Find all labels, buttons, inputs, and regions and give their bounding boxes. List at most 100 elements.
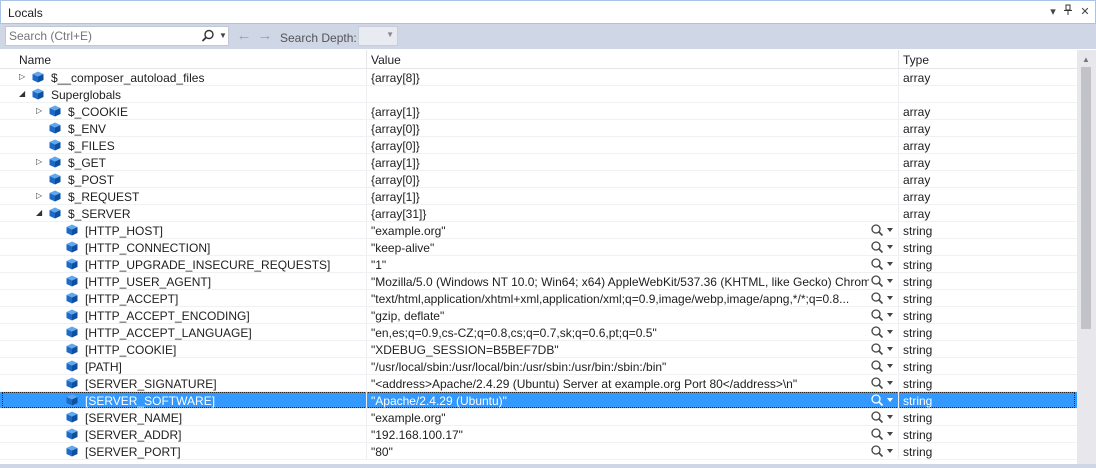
magnifier-icon[interactable]	[870, 427, 896, 441]
table-row[interactable]: [SERVER_ADDR] "192.168.100.17" string	[0, 426, 1077, 443]
arrow-left-icon[interactable]: ←	[236, 28, 252, 44]
search-depth-select[interactable]: ▼	[358, 26, 398, 46]
cube-icon	[66, 360, 78, 372]
table-row[interactable]: [SERVER_SOFTWARE] "Apache/2.4.29 (Ubuntu)…	[0, 392, 1077, 409]
search-box[interactable]: ▼	[5, 26, 229, 46]
table-row[interactable]: [HTTP_USER_AGENT] "Mozilla/5.0 (Windows N…	[0, 273, 1077, 290]
expand-arrow-icon[interactable]: ▷	[36, 106, 45, 116]
row-value[interactable]: {array[0]}	[371, 173, 869, 187]
table-row[interactable]: ▷ $_REQUEST {array[1]} array	[0, 188, 1077, 205]
close-icon[interactable]: ✕	[1078, 4, 1092, 20]
magnifier-icon[interactable]	[870, 308, 896, 322]
column-splitter[interactable]	[898, 50, 899, 68]
pin-icon[interactable]	[1061, 4, 1075, 20]
cube-icon	[66, 394, 78, 406]
locals-grid: ▷ $__composer_autoload_files {array[8]} ar…	[0, 69, 1077, 468]
chevron-down-icon: ▼	[386, 30, 394, 39]
table-row[interactable]: ▷ $_COOKIE {array[1]} array	[0, 103, 1077, 120]
expand-arrow-icon[interactable]: ▷	[36, 191, 45, 201]
table-row[interactable]: [HTTP_HOST] "example.org" string	[0, 222, 1077, 239]
cube-icon	[49, 173, 61, 185]
row-name: [HTTP_HOST]	[85, 224, 164, 238]
row-value[interactable]: {array[1]}	[371, 156, 869, 170]
table-row[interactable]: [HTTP_ACCEPT_ENCODING] "gzip, deflate" st…	[0, 307, 1077, 324]
magnifier-icon[interactable]	[870, 240, 896, 254]
table-row[interactable]: [SERVER_NAME] "example.org" string	[0, 409, 1077, 426]
table-row[interactable]: ◢ Superglobals	[0, 86, 1077, 103]
row-value[interactable]: "<address>Apache/2.4.29 (Ubuntu) Server …	[371, 377, 869, 391]
table-row[interactable]: $_POST {array[0]} array	[0, 171, 1077, 188]
table-row[interactable]: [SERVER_SIGNATURE] "<address>Apache/2.4.2…	[0, 375, 1077, 392]
scrollbar-thumb[interactable]	[1081, 67, 1091, 329]
table-row[interactable]: [HTTP_ACCEPT] "text/html,application/xhtm…	[0, 290, 1077, 307]
search-input[interactable]	[6, 27, 189, 44]
expand-arrow-icon[interactable]: ▷	[19, 72, 28, 82]
row-value[interactable]: "XDEBUG_SESSION=B5BEF7DB"	[371, 343, 869, 357]
row-value[interactable]: "en,es;q=0.9,cs-CZ;q=0.8,cs;q=0.7,sk;q=0…	[371, 326, 869, 340]
row-value[interactable]: {array[0]}	[371, 122, 869, 136]
table-row[interactable]: ▷ $_GET {array[1]} array	[0, 154, 1077, 171]
table-row[interactable]: [PATH] "/usr/local/sbin:/usr/local/bin:/u…	[0, 358, 1077, 375]
cube-icon	[32, 71, 44, 83]
magnifier-icon[interactable]	[870, 274, 896, 288]
row-value[interactable]: "example.org"	[371, 224, 869, 238]
table-row[interactable]: $_ENV {array[0]} array	[0, 120, 1077, 137]
row-value[interactable]: "keep-alive"	[371, 241, 869, 255]
row-value[interactable]: {array[0]}	[371, 139, 869, 153]
magnifier-icon[interactable]	[870, 444, 896, 458]
row-value[interactable]: "192.168.100.17"	[371, 428, 869, 442]
column-divider	[898, 426, 899, 443]
row-value[interactable]: "Mozilla/5.0 (Windows NT 10.0; Win64; x6…	[371, 275, 869, 289]
table-row[interactable]: $_FILES {array[0]} array	[0, 137, 1077, 154]
magnifier-icon[interactable]	[870, 410, 896, 424]
column-divider	[366, 239, 367, 256]
row-name: [HTTP_USER_AGENT]	[85, 275, 212, 289]
magnifier-icon[interactable]	[870, 393, 896, 407]
collapse-arrow-icon[interactable]: ◢	[19, 89, 28, 99]
cube-icon	[66, 275, 78, 287]
window-title: Locals	[8, 6, 43, 20]
row-value[interactable]: {array[31]}	[371, 207, 869, 221]
row-value[interactable]: "example.org"	[371, 411, 869, 425]
row-value[interactable]: {array[8]}	[371, 71, 869, 85]
magnifier-icon[interactable]	[870, 342, 896, 356]
row-value[interactable]: "gzip, deflate"	[371, 309, 869, 323]
row-value[interactable]: {array[1]}	[371, 105, 869, 119]
row-value[interactable]: "1"	[371, 258, 869, 272]
row-value[interactable]: "text/html,application/xhtml+xml,applica…	[371, 292, 869, 306]
scroll-up-icon[interactable]: ▲	[1082, 55, 1090, 64]
column-divider	[898, 392, 899, 409]
magnifier-icon[interactable]	[870, 359, 896, 373]
magnifier-icon[interactable]	[870, 376, 896, 390]
column-header-value[interactable]: Value	[371, 53, 401, 67]
column-splitter[interactable]	[366, 50, 367, 68]
vertical-scrollbar[interactable]: ▲	[1077, 50, 1096, 468]
expand-arrow-icon[interactable]: ▷	[36, 157, 45, 167]
table-row[interactable]: [HTTP_ACCEPT_LANGUAGE] "en,es;q=0.9,cs-CZ…	[0, 324, 1077, 341]
column-header-name[interactable]: Name	[19, 53, 51, 67]
magnifier-icon[interactable]	[870, 325, 896, 339]
table-row[interactable]: [SERVER_PORT] "80" string	[0, 443, 1077, 460]
row-value[interactable]: "/usr/local/sbin:/usr/local/bin:/usr/sbi…	[371, 360, 869, 374]
window-dropdown-icon[interactable]: ▾	[1046, 4, 1060, 20]
table-row[interactable]: [HTTP_UPGRADE_INSECURE_REQUESTS] "1" stri…	[0, 256, 1077, 273]
table-row[interactable]: ◢ $_SERVER {array[31]} array	[0, 205, 1077, 222]
table-row[interactable]: [HTTP_CONNECTION] "keep-alive" string	[0, 239, 1077, 256]
column-divider	[366, 392, 367, 409]
search-options-dropdown-icon[interactable]: ▼	[219, 29, 229, 43]
magnifier-icon[interactable]	[870, 291, 896, 305]
table-row[interactable]: [HTTP_COOKIE] "XDEBUG_SESSION=B5BEF7DB" s…	[0, 341, 1077, 358]
column-header-type[interactable]: Type	[903, 53, 929, 67]
magnifier-icon[interactable]	[870, 257, 896, 271]
table-row[interactable]: ▷ $__composer_autoload_files {array[8]} ar…	[0, 69, 1077, 86]
row-value[interactable]: "Apache/2.4.29 (Ubuntu)"	[371, 394, 869, 408]
arrow-right-icon[interactable]: →	[257, 28, 273, 44]
row-value[interactable]: "80"	[371, 445, 869, 459]
cube-icon	[49, 190, 61, 202]
column-divider	[898, 222, 899, 239]
row-value[interactable]: {array[1]}	[371, 190, 869, 204]
magnifier-icon[interactable]	[870, 223, 896, 237]
column-divider	[366, 120, 367, 137]
collapse-arrow-icon[interactable]: ◢	[36, 208, 45, 218]
search-icon[interactable]	[201, 29, 215, 43]
